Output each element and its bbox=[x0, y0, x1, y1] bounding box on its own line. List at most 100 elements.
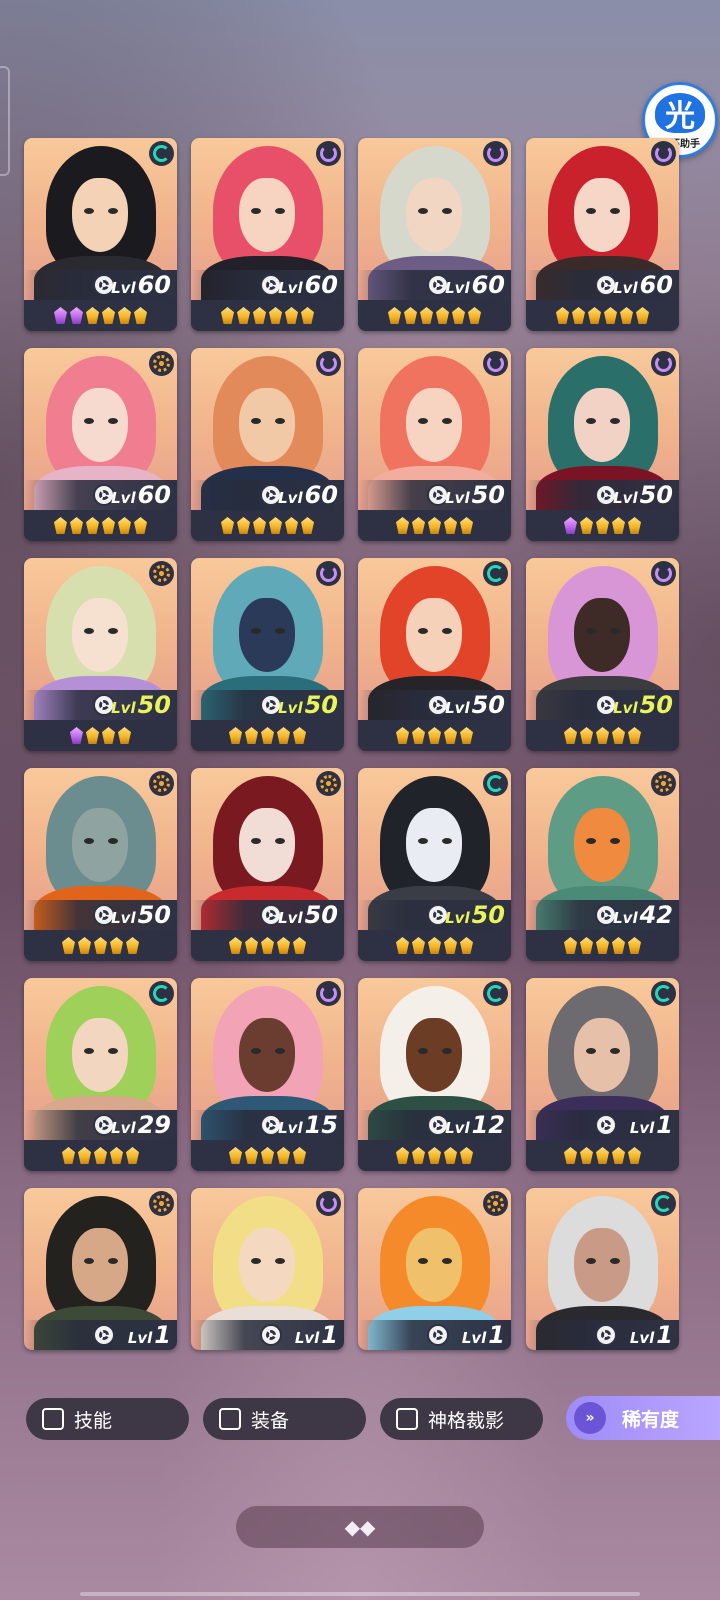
star-gem-icon bbox=[612, 517, 625, 534]
hero-card[interactable]: Lvl 15 bbox=[191, 978, 344, 1171]
home-indicator[interactable] bbox=[80, 1592, 640, 1596]
star-gem-icon bbox=[269, 307, 282, 324]
hero-portrait: Lvl 60 bbox=[191, 138, 344, 300]
hero-face bbox=[574, 598, 630, 672]
filter-skill[interactable]: 技能 bbox=[26, 1398, 189, 1440]
star-gem-icon bbox=[301, 307, 314, 324]
hero-card[interactable]: Lvl 1 bbox=[191, 1188, 344, 1350]
hero-eye bbox=[610, 418, 620, 424]
hero-portrait: Lvl 42 bbox=[526, 768, 679, 930]
star-row bbox=[526, 1140, 679, 1171]
hero-card[interactable]: Lvl 50 bbox=[526, 558, 679, 751]
filter-equipment[interactable]: 装备 bbox=[203, 1398, 366, 1440]
star-gem-icon bbox=[261, 1147, 274, 1164]
star-gem-icon bbox=[428, 1147, 441, 1164]
hero-level: Lvl 42 bbox=[613, 900, 673, 930]
level-prefix: Lvl bbox=[445, 489, 470, 507]
level-number: 1 bbox=[488, 1321, 505, 1349]
orange-element-icon bbox=[483, 1191, 508, 1216]
hero-eye bbox=[442, 208, 452, 214]
hero-eye bbox=[84, 1048, 94, 1054]
hero-card[interactable]: Lvl 60 bbox=[191, 348, 344, 541]
hero-face bbox=[406, 178, 462, 252]
side-panel-handle[interactable] bbox=[0, 66, 10, 176]
star-row bbox=[358, 1140, 511, 1171]
checkbox-icon[interactable] bbox=[219, 1408, 241, 1430]
star-gem-icon bbox=[301, 517, 314, 534]
star-gem-icon bbox=[612, 727, 625, 744]
sort-rarity-button[interactable]: » 稀有度 bbox=[566, 1396, 720, 1440]
purple-element-icon bbox=[651, 141, 676, 166]
hero-card[interactable]: Lvl 60 bbox=[526, 138, 679, 331]
star-gem-icon bbox=[118, 307, 131, 324]
hero-eye bbox=[275, 1258, 285, 1264]
star-gem-icon bbox=[237, 307, 250, 324]
star-gem-icon bbox=[604, 307, 617, 324]
star-row bbox=[526, 930, 679, 961]
level-prefix: Lvl bbox=[278, 1119, 303, 1137]
hero-card[interactable]: Lvl 1 bbox=[358, 1188, 511, 1350]
hero-level: Lvl 1 bbox=[462, 1320, 505, 1350]
star-gem-icon bbox=[94, 937, 107, 954]
star-row bbox=[526, 720, 679, 751]
purple-element-icon bbox=[483, 141, 508, 166]
hero-eye bbox=[84, 418, 94, 424]
star-gem-icon bbox=[460, 517, 473, 534]
hero-card[interactable]: Lvl 50 bbox=[191, 768, 344, 961]
expand-button[interactable]: ◆◆ bbox=[236, 1506, 484, 1548]
hero-portrait: Lvl 1 bbox=[24, 1188, 177, 1350]
hero-card[interactable]: Lvl 60 bbox=[191, 138, 344, 331]
hero-eye bbox=[84, 1258, 94, 1264]
hero-eye bbox=[108, 838, 118, 844]
hero-card[interactable]: Lvl 1 bbox=[526, 978, 679, 1171]
level-number: 50 bbox=[137, 691, 171, 719]
star-gem-icon bbox=[253, 517, 266, 534]
star-gem-icon bbox=[636, 307, 649, 324]
hero-portrait: Lvl 1 bbox=[526, 1188, 679, 1350]
hero-eye bbox=[108, 1258, 118, 1264]
level-bar: Lvl 50 bbox=[358, 690, 511, 720]
orange-element-icon bbox=[651, 771, 676, 796]
hero-card[interactable]: Lvl 60 bbox=[24, 348, 177, 541]
level-number: 60 bbox=[304, 481, 338, 509]
hero-eye bbox=[442, 838, 452, 844]
level-number: 60 bbox=[137, 481, 171, 509]
star-gem-icon bbox=[396, 517, 409, 534]
hero-card[interactable]: Lvl 60 bbox=[358, 138, 511, 331]
hero-face bbox=[239, 1228, 295, 1302]
star-gem-icon bbox=[452, 307, 465, 324]
hero-card[interactable]: Lvl 50 bbox=[24, 558, 177, 751]
hero-card[interactable]: Lvl 42 bbox=[526, 768, 679, 961]
hero-level: Lvl 1 bbox=[295, 1320, 338, 1350]
hero-card[interactable]: Lvl 12 bbox=[358, 978, 511, 1171]
purple-element-icon bbox=[316, 981, 341, 1006]
star-gem-icon bbox=[126, 937, 139, 954]
level-prefix: Lvl bbox=[111, 909, 136, 927]
hero-card[interactable]: Lvl 50 bbox=[24, 768, 177, 961]
hero-level: Lvl 50 bbox=[613, 480, 673, 510]
checkbox-icon[interactable] bbox=[42, 1408, 64, 1430]
hero-card[interactable]: Lvl 50 bbox=[526, 348, 679, 541]
hero-eye bbox=[418, 838, 428, 844]
hero-eye bbox=[586, 1258, 596, 1264]
hero-eye bbox=[84, 838, 94, 844]
hero-card[interactable]: Lvl 29 bbox=[24, 978, 177, 1171]
hero-level: Lvl 60 bbox=[278, 270, 338, 300]
hero-card[interactable]: Lvl 60 bbox=[24, 138, 177, 331]
hero-card[interactable]: Lvl 50 bbox=[191, 558, 344, 751]
hero-eye bbox=[610, 628, 620, 634]
hero-card[interactable]: Lvl 50 bbox=[358, 558, 511, 751]
hero-card[interactable]: Lvl 50 bbox=[358, 768, 511, 961]
hero-card[interactable]: Lvl 1 bbox=[526, 1188, 679, 1350]
star-gem-icon bbox=[277, 727, 290, 744]
star-gem-icon bbox=[612, 937, 625, 954]
level-number: 15 bbox=[304, 1111, 338, 1139]
filter-divine-shadow[interactable]: 神格裁影 bbox=[380, 1398, 543, 1440]
star-gem-icon bbox=[412, 727, 425, 744]
hero-card[interactable]: Lvl 1 bbox=[24, 1188, 177, 1350]
hero-portrait: Lvl 29 bbox=[24, 978, 177, 1140]
hero-card[interactable]: Lvl 50 bbox=[358, 348, 511, 541]
hero-level: Lvl 60 bbox=[613, 270, 673, 300]
checkbox-icon[interactable] bbox=[396, 1408, 418, 1430]
star-gem-icon bbox=[285, 307, 298, 324]
